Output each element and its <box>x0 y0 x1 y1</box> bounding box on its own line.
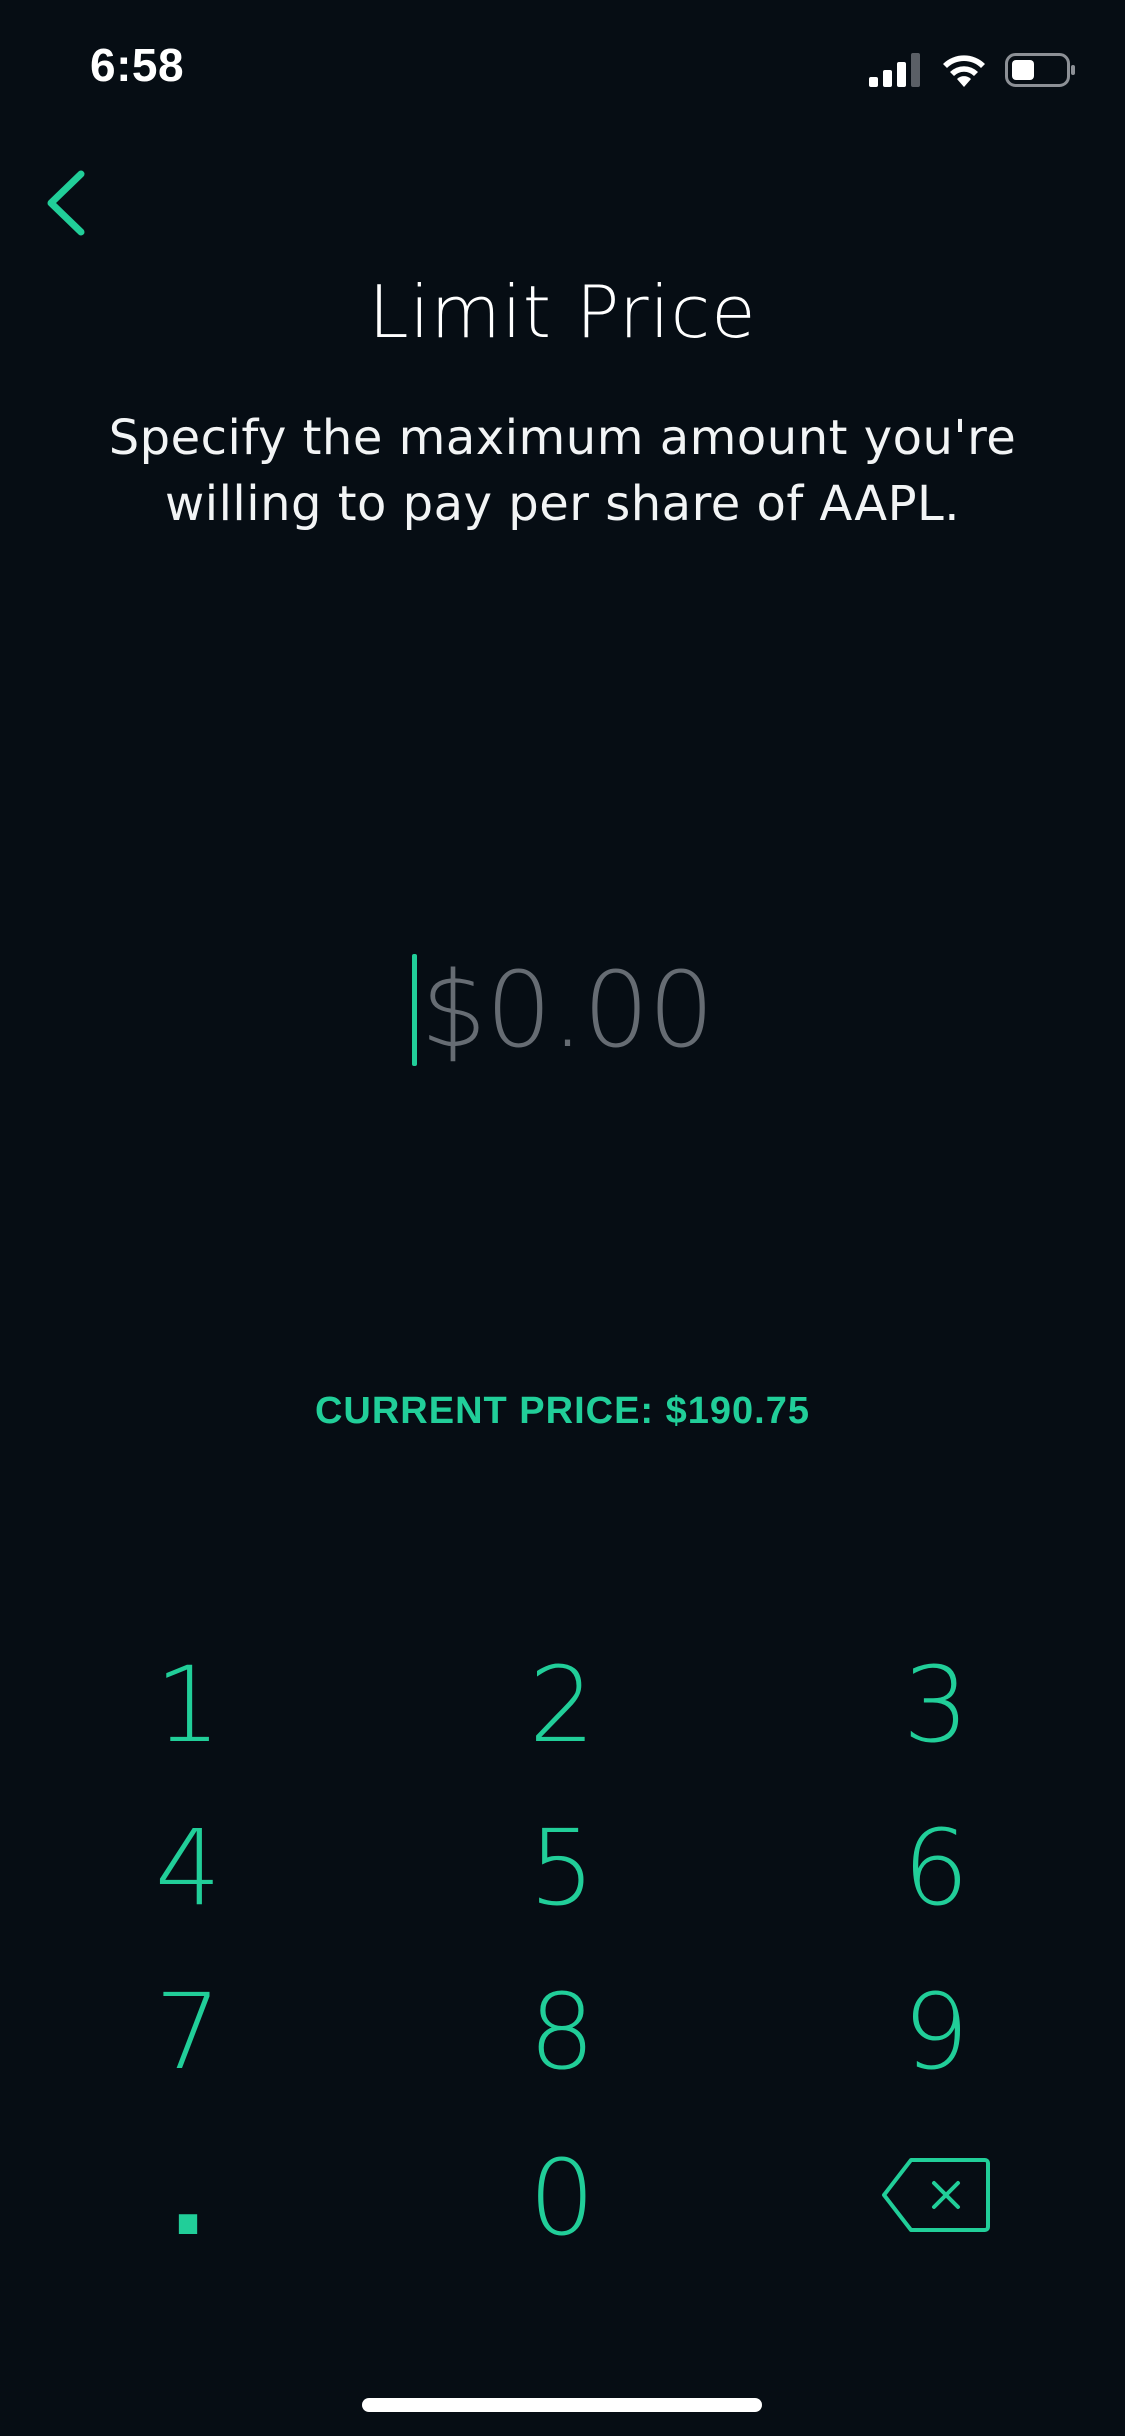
page-title: Limit Price <box>368 270 757 354</box>
key-4[interactable]: 4 <box>48 1788 328 1948</box>
price-placeholder: $0.00 <box>420 949 715 1071</box>
key-3[interactable]: 3 <box>796 1625 1076 1785</box>
status-time: 6:58 <box>90 39 185 91</box>
key-1[interactable]: 1 <box>48 1625 328 1785</box>
subtitle-line-2: willing to pay per share of AAPL. <box>164 476 961 532</box>
status-icons <box>869 48 1077 92</box>
limit-price-input[interactable]: $0.00 <box>0 949 1125 1071</box>
key-decimal[interactable]: . <box>48 2118 328 2278</box>
page-subtitle: Specify the maximum amount you're willin… <box>100 405 1025 537</box>
key-7[interactable]: 7 <box>48 1952 328 2112</box>
back-button[interactable] <box>20 160 110 250</box>
key-5[interactable]: 5 <box>422 1788 702 1948</box>
chevron-left-icon <box>43 168 87 242</box>
current-price-label: CURRENT PRICE: $190.75 <box>314 1390 811 1432</box>
signal-icon <box>869 53 923 87</box>
key-0[interactable]: 0 <box>422 2118 702 2278</box>
battery-icon <box>1005 53 1077 87</box>
subtitle-line-1: Specify the maximum amount you're <box>108 410 1017 466</box>
key-9[interactable]: 9 <box>796 1952 1076 2112</box>
backspace-icon <box>881 2137 991 2259</box>
backspace-button[interactable] <box>796 2118 1076 2278</box>
key-6[interactable]: 6 <box>796 1788 1076 1948</box>
text-cursor <box>411 954 417 1066</box>
wifi-icon <box>941 53 987 87</box>
home-indicator[interactable] <box>362 2398 762 2412</box>
key-8[interactable]: 8 <box>422 1952 702 2112</box>
key-2[interactable]: 2 <box>422 1625 702 1785</box>
